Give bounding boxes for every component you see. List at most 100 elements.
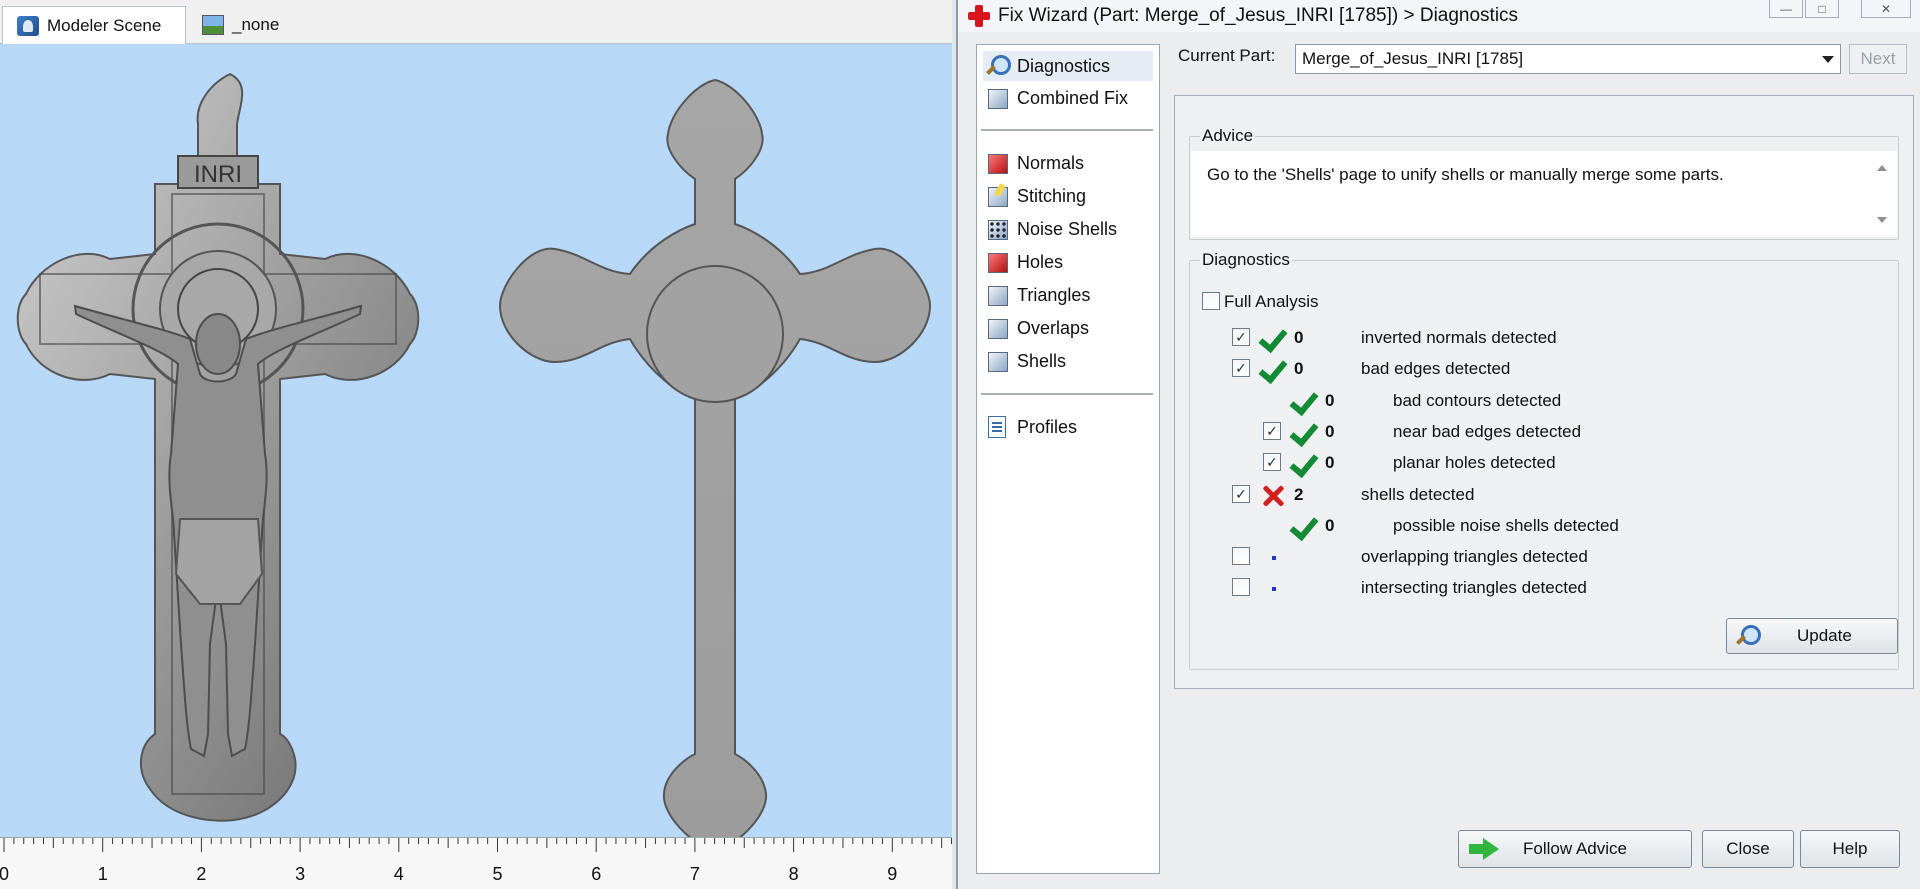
advice-text: Go to the 'Shells' page to unify shells … (1207, 165, 1724, 184)
advice-scrollbar[interactable] (1873, 159, 1891, 229)
nav-item-label: Triangles (1017, 284, 1091, 305)
document-icon (988, 416, 1006, 438)
follow-advice-label: Follow Advice (1523, 839, 1627, 858)
ruler-label: 4 (394, 864, 404, 884)
scroll-down-icon[interactable] (1877, 217, 1887, 223)
diagnostics-title: Diagnostics (1200, 250, 1292, 270)
plain-cross-model[interactable] (498, 78, 932, 853)
diagnostic-checkbox[interactable]: ✓ (1232, 359, 1250, 377)
close-button[interactable]: Close (1702, 830, 1794, 868)
close-window-button[interactable]: ✕ (1861, 0, 1911, 18)
green-check-icon (1260, 323, 1290, 351)
diagnostic-label: overlapping triangles detected (1361, 547, 1588, 566)
red-cross-icon (968, 5, 990, 27)
minimize-button[interactable]: — (1769, 0, 1803, 18)
green-check-icon (1291, 511, 1321, 539)
diagnostic-count: 0 (1325, 391, 1335, 410)
help-button[interactable]: Help (1800, 830, 1900, 868)
magnifier-icon (985, 54, 1011, 78)
diagnostic-checkbox[interactable] (1232, 547, 1250, 565)
diagnostic-label: inverted normals detected (1361, 328, 1557, 347)
full-analysis-checkbox[interactable] (1202, 292, 1220, 310)
update-label: Update (1797, 626, 1852, 645)
diagnostic-label: planar holes detected (1393, 453, 1556, 472)
green-check-icon (1260, 354, 1290, 382)
diagnostic-checkbox[interactable]: ✓ (1263, 453, 1281, 471)
diagnostic-count: 0 (1294, 328, 1304, 347)
diagnostic-count: 0 (1325, 516, 1335, 535)
nav-item-label: Diagnostics (1017, 55, 1111, 76)
full-analysis-label: Full Analysis (1224, 292, 1319, 311)
shells-cube-icon (985, 349, 1009, 373)
diagnostic-checkbox[interactable]: ✓ (1232, 328, 1250, 346)
update-button[interactable]: Update (1726, 618, 1898, 654)
diagnostic-checkbox[interactable]: ✓ (1232, 485, 1250, 503)
red-cube-icon (985, 151, 1009, 175)
ruler-label: 9 (887, 864, 897, 884)
dotted-cube-icon (985, 217, 1009, 241)
tab-modeler-scene[interactable]: Modeler Scene (2, 6, 186, 44)
current-part-row: Current Part: Merge_of_Jesus_INRI [1785]… (1178, 44, 1918, 78)
nav-item-triangles[interactable]: Triangles (983, 280, 1153, 310)
nav-item-label: Combined Fix (1017, 87, 1129, 108)
scroll-up-icon[interactable] (1877, 165, 1887, 171)
nav-item-stitching[interactable]: Stitching (983, 181, 1153, 211)
diagnostic-label: bad contours detected (1393, 391, 1562, 410)
advice-text-box[interactable]: Go to the 'Shells' page to unify shells … (1191, 151, 1897, 237)
tab-none[interactable]: _none (188, 6, 338, 44)
fix-wizard-window: Fix Wizard (Part: Merge_of_Jesus_INRI [1… (956, 0, 1920, 889)
title-bar[interactable]: Fix Wizard (Part: Merge_of_Jesus_INRI [1… (958, 0, 1920, 32)
overlap-cube-icon (985, 316, 1009, 340)
tab-label: _none (232, 15, 280, 34)
ruler-label: 5 (492, 864, 502, 884)
green-check-icon (1291, 448, 1321, 476)
diagnostic-checkbox[interactable]: ✓ (1263, 422, 1281, 440)
advice-group: Advice Go to the 'Shells' page to unify … (1189, 126, 1899, 240)
modeler-scene-area: Modeler Scene _none INRI 0 1 2 3 4 5 6 7… (0, 0, 953, 889)
diagnostic-label: shells detected (1361, 485, 1475, 504)
wizard-button-bar: Follow Advice Close Help (958, 830, 1920, 876)
diagnostic-count: 2 (1294, 485, 1304, 504)
ruler-label: 3 (295, 864, 305, 884)
ruler-label: 6 (591, 864, 601, 884)
nav-item-diagnostics[interactable]: Diagnostics (983, 51, 1153, 81)
nav-divider (981, 129, 1153, 131)
triangle-cube-icon (985, 283, 1009, 307)
landscape-icon (202, 15, 224, 35)
nav-item-overlaps[interactable]: Overlaps (983, 313, 1153, 343)
crucifix-model[interactable]: INRI (16, 72, 420, 822)
nav-item-label: Normals (1017, 152, 1085, 173)
scene-canvas: INRI (16, 72, 932, 853)
red-x-icon (1260, 483, 1286, 509)
diagnostic-label: possible noise shells detected (1393, 516, 1619, 535)
nav-item-label: Shells (1017, 350, 1067, 371)
3d-viewport[interactable]: INRI (0, 44, 952, 853)
green-arrow-icon (1469, 838, 1499, 860)
window-title: Fix Wizard (Part: Merge_of_Jesus_INRI [1… (998, 5, 1519, 26)
pending-dot-icon (1272, 587, 1276, 591)
nav-item-label: Profiles (1017, 416, 1078, 437)
diagnostic-count: 0 (1325, 453, 1335, 472)
nav-item-combined-fix[interactable]: Combined Fix (983, 83, 1153, 113)
nav-item-profiles[interactable]: Profiles (983, 412, 1153, 442)
magnifier-icon (1735, 624, 1761, 648)
stitch-cube-icon (985, 184, 1009, 208)
ruler-label: 2 (196, 864, 206, 884)
nav-item-noise-shells[interactable]: Noise Shells (983, 214, 1153, 244)
diagnostic-checkbox[interactable] (1232, 578, 1250, 596)
ruler-ticks: 0 1 2 3 4 5 6 7 8 9 (0, 838, 953, 884)
nav-item-label: Holes (1017, 251, 1064, 272)
green-check-icon (1291, 417, 1321, 445)
nav-item-label: Overlaps (1017, 317, 1090, 338)
maximize-button[interactable]: □ (1805, 0, 1839, 18)
current-part-select[interactable]: Merge_of_Jesus_INRI [1785] (1295, 44, 1841, 74)
nav-item-holes[interactable]: Holes (983, 247, 1153, 277)
nav-divider (981, 393, 1153, 395)
diagnostic-count: 0 (1325, 422, 1335, 441)
follow-advice-button[interactable]: Follow Advice (1458, 830, 1692, 868)
wizard-nav-panel: Diagnostics Combined Fix Normals Stitchi… (976, 44, 1160, 874)
next-button[interactable]: Next (1849, 44, 1907, 74)
nav-item-normals[interactable]: Normals (983, 148, 1153, 178)
nav-item-shells[interactable]: Shells (983, 346, 1153, 376)
stacked-cubes-icon (985, 86, 1009, 110)
